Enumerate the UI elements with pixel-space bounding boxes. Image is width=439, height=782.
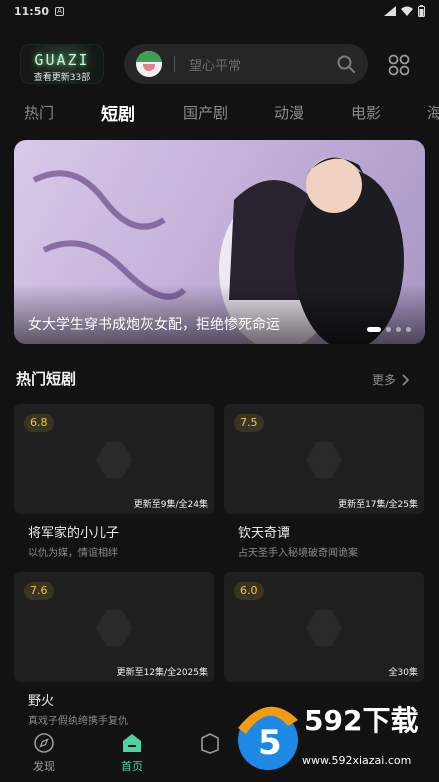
drama-title: 野火 [28, 694, 55, 709]
app-header: GUAZI 查看更新33部 望心平常 [0, 40, 439, 88]
update-count-label: 查看更新33部 [33, 73, 91, 83]
drama-thumbnail: 6.8 更新至9集/全24集 [14, 404, 214, 514]
episode-progress: 更新至9集/全24集 [133, 500, 208, 510]
nav-discover[interactable]: 发现 [14, 732, 74, 774]
battery-icon [418, 5, 425, 17]
site-watermark-logo: 5 592下载 www.592xiazai.com [238, 704, 418, 770]
logo-text: GUAZI [34, 51, 90, 69]
pagination-dot[interactable] [406, 327, 411, 332]
svg-text:5: 5 [258, 723, 282, 763]
episode-progress: 更新至17集/全25集 [338, 500, 418, 510]
drama-description: 占天圣手入秘境破奇闻诡案 [238, 548, 358, 559]
tab-domestic-drama[interactable]: 国产剧 [183, 102, 228, 123]
category-grid-icon[interactable] [388, 54, 410, 76]
search-divider [174, 56, 175, 72]
drama-description: 以仇为媒，情谊相绊 [28, 548, 118, 559]
episode-progress: 全30集 [388, 668, 418, 678]
episode-progress: 更新至12集/全2025集 [116, 668, 208, 678]
compass-icon [34, 733, 54, 753]
drama-thumbnail: 6.0 全30集 [224, 572, 424, 682]
rating-badge: 6.0 [234, 582, 264, 600]
drama-card[interactable]: 6.8 更新至9集/全24集 将军家的小儿子 以仇为媒，情谊相绊 [14, 404, 214, 559]
drama-card[interactable]: 7.5 更新至17集/全25集 钦天奇谭 占天圣手入秘境破奇闻诡案 [224, 404, 424, 559]
app-logo-button[interactable]: GUAZI 查看更新33部 [20, 44, 104, 84]
rating-badge: 7.6 [24, 582, 54, 600]
more-label: 更多 [372, 373, 397, 387]
more-button[interactable]: 更多 [372, 371, 410, 388]
search-bar[interactable]: 望心平常 [124, 44, 368, 84]
featured-banner[interactable]: 女大学生穿书成炮灰女配，拒绝惨死命运 [14, 140, 425, 344]
placeholder-image-icon [96, 442, 132, 478]
watermark-brand: 592下载 [304, 704, 418, 737]
drama-card[interactable]: 7.6 更新至12集/全2025集 野火 真戏子假纨绔携手复仇 [14, 572, 214, 727]
search-icon[interactable] [336, 54, 356, 74]
drama-description: 真戏子假纨绔携手复仇 [28, 716, 128, 727]
category-tabs: 热门 短剧 国产剧 动漫 电影 海 [0, 98, 439, 130]
search-input[interactable]: 望心平常 [189, 55, 336, 74]
drama-title: 钦天奇谭 [238, 526, 291, 541]
chevron-right-icon [402, 373, 410, 386]
status-bar: 11:50 A [0, 0, 439, 22]
box-icon [201, 733, 219, 754]
user-avatar[interactable] [136, 51, 162, 77]
tab-anime[interactable]: 动漫 [274, 102, 304, 123]
notification-icon: A [55, 6, 65, 16]
watermark-url: www.592xiazai.com [302, 754, 411, 767]
drama-card[interactable]: 6.0 全30集 [224, 572, 424, 690]
drama-thumbnail: 7.6 更新至12集/全2025集 [14, 572, 214, 682]
home-icon [123, 734, 141, 752]
rating-badge: 7.5 [234, 414, 264, 432]
status-indicators [384, 5, 425, 17]
tab-short-drama[interactable]: 短剧 [101, 100, 135, 125]
wifi-icon [401, 6, 413, 16]
section-title: 热门短剧 [16, 370, 77, 388]
drama-title: 将军家的小儿子 [28, 526, 120, 541]
banner-pagination [367, 327, 411, 332]
drama-thumbnail: 7.5 更新至17集/全25集 [224, 404, 424, 514]
banner-caption: 女大学生穿书成炮灰女配，拒绝惨死命运 [28, 317, 280, 333]
signal-icon [384, 6, 396, 16]
nav-label: 发现 [33, 760, 55, 773]
status-time: 11:50 [14, 4, 50, 18]
placeholder-image-icon [306, 610, 342, 646]
tab-overseas[interactable]: 海 [427, 102, 439, 123]
placeholder-image-icon [96, 610, 132, 646]
tab-hot[interactable]: 热门 [24, 102, 54, 123]
pagination-dot[interactable] [396, 327, 401, 332]
nav-label: 首页 [121, 760, 143, 773]
nav-home[interactable]: 首页 [102, 732, 162, 774]
pagination-dot[interactable] [386, 327, 391, 332]
placeholder-image-icon [306, 442, 342, 478]
rating-badge: 6.8 [24, 414, 54, 432]
tab-movie[interactable]: 电影 [351, 102, 381, 123]
pagination-dot[interactable] [367, 327, 381, 332]
